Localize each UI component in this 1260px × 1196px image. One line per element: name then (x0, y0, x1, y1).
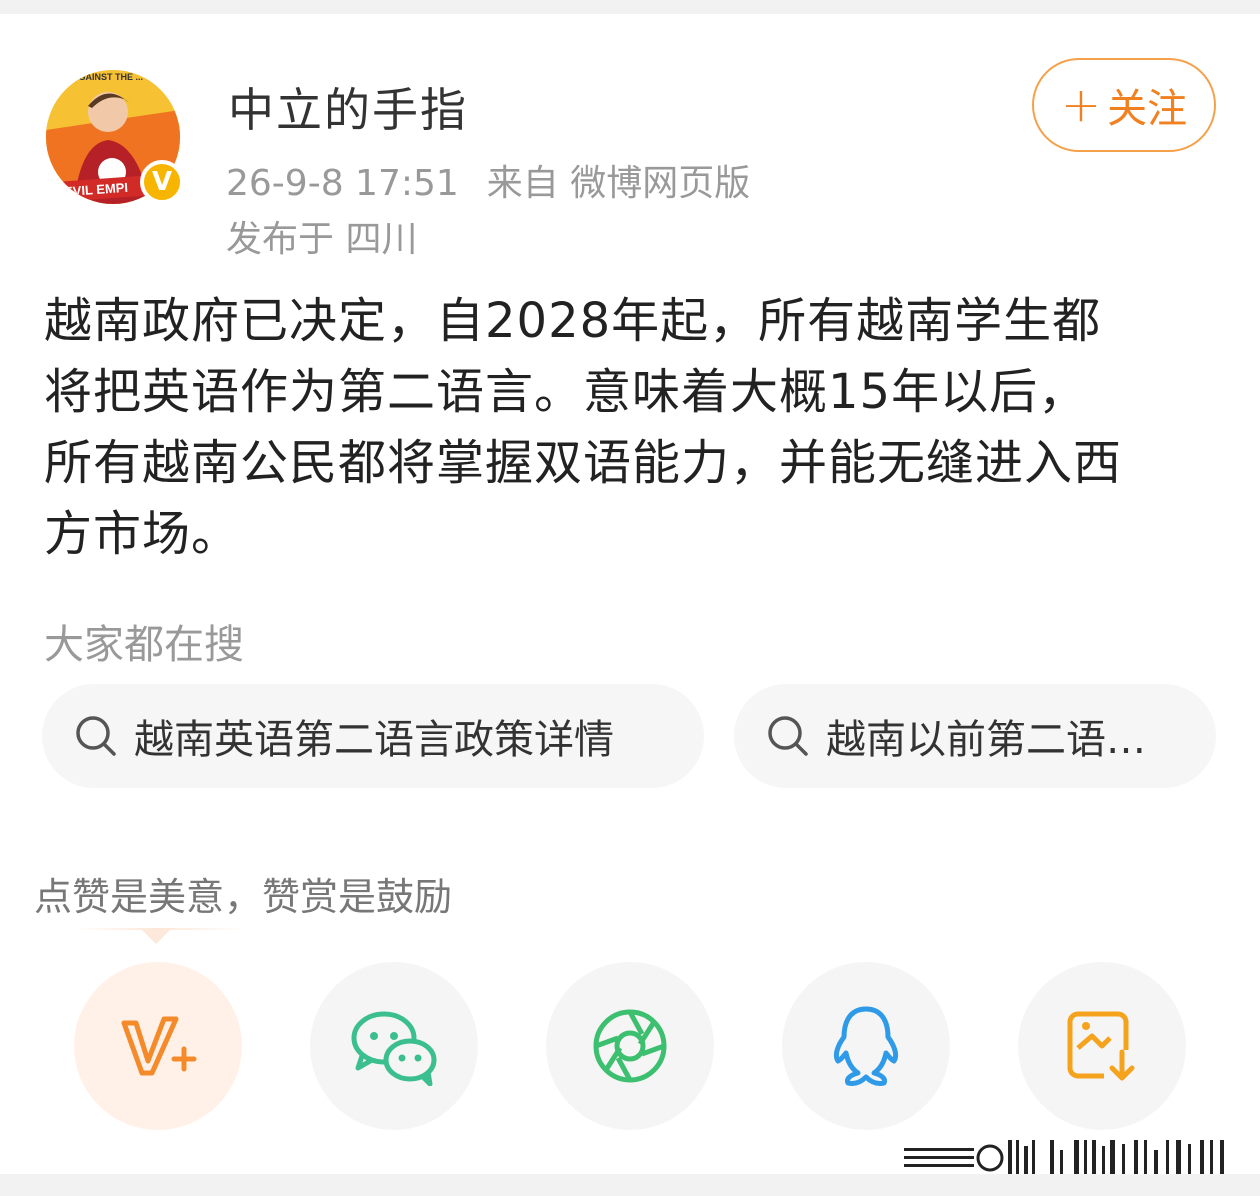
follow-label: 关注 (1107, 86, 1188, 132)
follow-button[interactable]: + 关注 (1032, 58, 1216, 152)
username[interactable]: 中立的手指 (228, 74, 468, 140)
post-meta: 26-9-8 17:51 来自 微博网页版 (226, 154, 778, 206)
post-line: 将把英语作为第二语言。意味着大概15年以后， (44, 364, 1088, 420)
qq-icon (833, 1006, 899, 1086)
share-qq-button[interactable] (782, 962, 950, 1130)
post-line: 方市场。 (44, 506, 241, 562)
post-source: 来自 微博网页版 (486, 163, 751, 204)
moments-icon (593, 1009, 667, 1083)
v-plus-icon (121, 1016, 197, 1076)
wechat-icon (351, 1011, 437, 1086)
search-heading: 大家都在搜 (44, 622, 244, 668)
bottom-background (0, 1174, 1260, 1196)
avatar[interactable]: AGAINST THE ... EVIL EMPI V (46, 70, 184, 204)
share-wechat-button[interactable] (310, 962, 478, 1130)
reward-caption: 点赞是美意，赞赏是鼓励 (34, 875, 453, 919)
save-image-icon (1067, 1011, 1136, 1082)
search-suggestion-1[interactable]: 越南英语第二语言政策详情 (42, 684, 704, 788)
tooltip-arrow (142, 930, 170, 944)
post-time: 26-9-8 17:51 (226, 163, 459, 204)
plus-icon: + (1060, 77, 1102, 133)
search-icon (768, 716, 808, 756)
post-location: 发布于 四川 (226, 219, 418, 260)
share-moments-button[interactable] (546, 962, 714, 1130)
reward-button[interactable] (74, 962, 242, 1130)
post-body: 越南政府已决定，自2028年起，所有越南学生都 将把英语作为第二语言。意味着大概… (44, 286, 1204, 570)
watermark-logo (904, 1140, 1224, 1174)
save-image-button[interactable] (1018, 962, 1186, 1130)
search-icon (76, 716, 116, 756)
post-line: 所有越南公民都将掌握双语能力，并能无缝进入西 (44, 435, 1123, 491)
search-suggestion-label: 越南以前第二语… (826, 717, 1146, 763)
avatar-caption-top: AGAINST THE ... (72, 72, 144, 82)
post-line: 越南政府已决定，自2028年起，所有越南学生都 (44, 293, 1102, 349)
search-suggestion-label: 越南英语第二语言政策详情 (134, 717, 614, 763)
search-suggestion-2[interactable]: 越南以前第二语… (734, 684, 1216, 788)
verified-badge-icon: V (140, 160, 184, 204)
post-card: AGAINST THE ... EVIL EMPI V 中立的手指 26-9-8… (0, 14, 1260, 1174)
